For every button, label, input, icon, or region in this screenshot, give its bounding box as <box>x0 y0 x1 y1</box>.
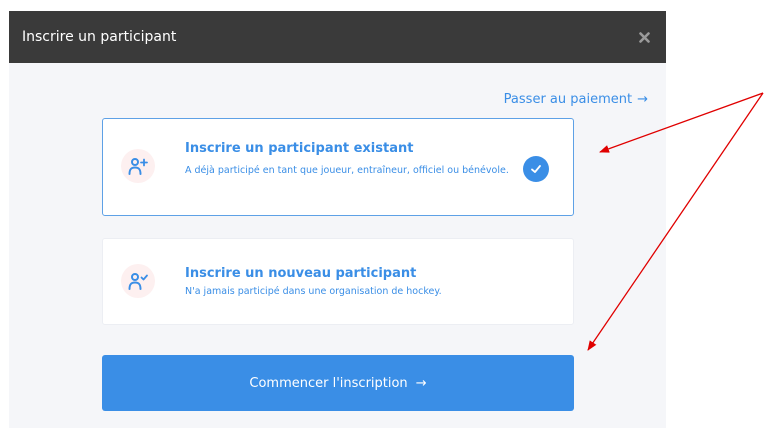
close-button[interactable] <box>634 27 654 47</box>
dialog-header: Inscrire un participant <box>9 11 666 63</box>
option-new-description: N'a jamais participé dans une organisati… <box>185 286 442 297</box>
option-new-participant[interactable]: Inscrire un nouveau participant N'a jama… <box>102 238 574 325</box>
arrow-right-icon: → <box>415 375 427 391</box>
option-existing-participant[interactable]: Inscrire un participant existant A déjà … <box>102 118 574 216</box>
register-participant-dialog: Inscrire un participant Passer au paieme… <box>9 11 666 428</box>
option-existing-description: A déjà participé en tant que joueur, ent… <box>185 165 509 176</box>
user-plus-icon <box>121 149 155 183</box>
option-new-title: Inscrire un nouveau participant <box>185 266 417 281</box>
arrow-right-icon: → <box>637 92 648 107</box>
option-existing-title: Inscrire un participant existant <box>185 141 414 156</box>
close-icon <box>638 31 650 43</box>
user-check-icon <box>121 264 155 298</box>
skip-to-payment-label: Passer au paiement <box>503 92 633 107</box>
start-registration-label: Commencer l'inscription <box>249 375 408 391</box>
dialog-title: Inscrire un participant <box>22 29 177 45</box>
skip-to-payment-link[interactable]: Passer au paiement → <box>504 91 648 109</box>
selected-check-icon <box>523 156 549 182</box>
start-registration-button[interactable]: Commencer l'inscription → <box>102 355 574 411</box>
